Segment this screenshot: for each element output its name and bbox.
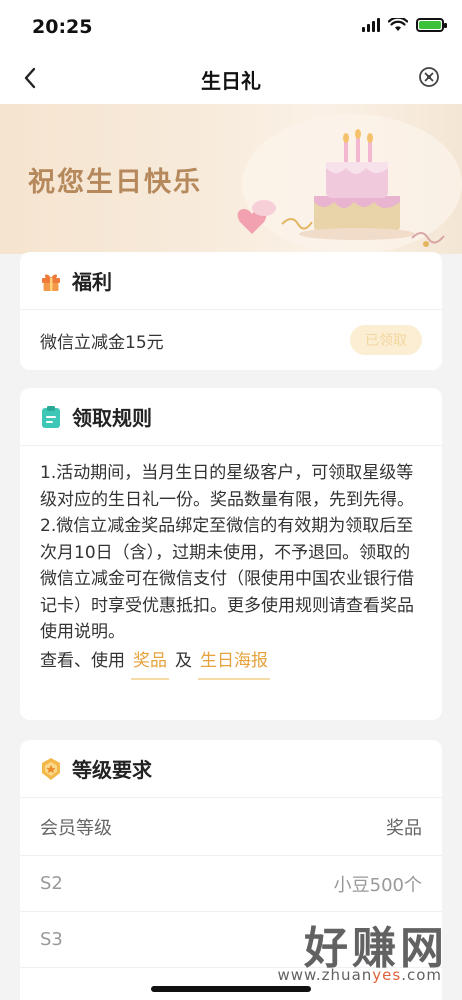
rules-paragraph-1: 1.活动期间，当月生日的星级客户，可领取星级等级对应的生日礼一份。奖品数量有限，… [40, 463, 414, 510]
rules-card: 领取规则 1.活动期间，当月生日的星级客户，可领取星级等级对应的生日礼一份。奖品… [20, 388, 442, 720]
benefit-title: 福利 [72, 270, 112, 294]
level-card-header: 等级要求 [20, 740, 442, 798]
wifi-icon [388, 18, 408, 31]
benefit-item-name: 微信立减金15元 [40, 332, 164, 353]
level-cell: S3 [40, 929, 63, 950]
status-bar: 20:25 [0, 0, 462, 52]
page-title: 生日礼 [201, 69, 261, 93]
level-table-row: S2 小豆500个 [20, 856, 442, 912]
link-conjunction: 及 [175, 650, 192, 671]
rules-paragraph-2: 2.微信立减金奖品绑定至微信的有效期为领取后至次月10日（含），过期未使用，不予… [40, 516, 414, 642]
rules-link-row: 查看、使用 奖品 及 生日海报 [40, 648, 422, 680]
birthday-banner: 祝您生日快乐 [0, 104, 462, 254]
prize-cell: 小豆500个 [333, 874, 422, 896]
level-card: 等级要求 会员等级 奖品 S2 小豆500个 S3 [20, 740, 442, 1000]
rules-card-header: 领取规则 [20, 388, 442, 446]
level-title: 等级要求 [72, 758, 152, 782]
home-indicator[interactable] [151, 986, 311, 992]
gift-icon [42, 274, 60, 291]
medal-icon [42, 757, 60, 780]
clipboard-icon [42, 405, 60, 428]
level-cell: S2 [40, 873, 63, 894]
rules-body: 1.活动期间，当月生日的星级客户，可领取星级等级对应的生日礼一份。奖品数量有限，… [20, 446, 442, 680]
prize-column-header: 奖品 [386, 817, 422, 839]
signal-icon [362, 18, 380, 32]
level-table-header: 会员等级 奖品 [20, 798, 442, 856]
rules-title: 领取规则 [72, 406, 152, 430]
birthday-cake-illustration [237, 114, 462, 254]
level-table-row: S3 [20, 912, 442, 968]
nav-bar: 生日礼 [0, 52, 462, 104]
level-column-header: 会员等级 [40, 817, 112, 839]
claimed-button[interactable]: 已领取 [350, 325, 422, 355]
status-icons [362, 18, 447, 32]
birthday-poster-link[interactable]: 生日海报 [198, 648, 270, 680]
close-circle-icon[interactable] [418, 66, 440, 88]
prize-link[interactable]: 奖品 [131, 648, 169, 680]
status-time: 20:25 [32, 16, 93, 38]
benefit-card: 福利 微信立减金15元 已领取 [20, 252, 442, 370]
benefit-card-header: 福利 [20, 252, 442, 310]
link-prefix: 查看、使用 [40, 650, 125, 671]
benefit-item-row: 微信立减金15元 已领取 [20, 310, 442, 370]
banner-title: 祝您生日快乐 [28, 167, 202, 198]
battery-icon [416, 18, 447, 32]
